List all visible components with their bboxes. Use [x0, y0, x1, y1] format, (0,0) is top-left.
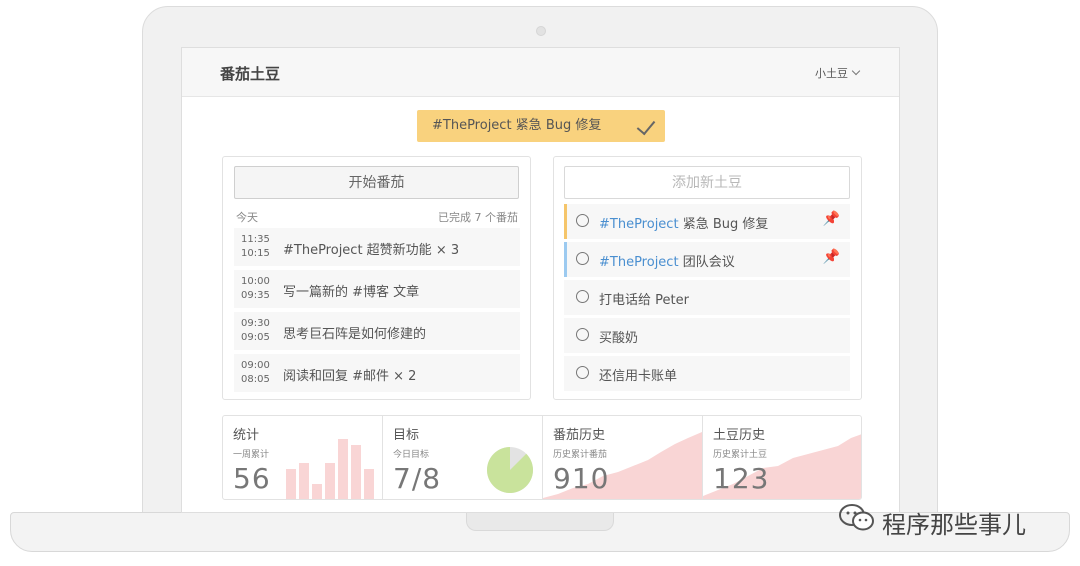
stat-value: 7/8	[393, 462, 442, 495]
weekly-bar	[351, 445, 361, 499]
weekly-bar	[325, 463, 335, 499]
todo-item[interactable]: #TheProject 团队会议 📌	[564, 242, 850, 277]
pomodoro-panel: 开始番茄 今天 已完成 7 个番茄 11:35 10:15 #TheProject …	[222, 156, 531, 400]
stat-weekly[interactable]: 统计 一周累计 56	[223, 416, 383, 499]
stat-subtitle: 一周累计	[233, 450, 270, 460]
history-start-time: 09:05	[241, 332, 270, 343]
todo-label: 还信用卡账单	[599, 369, 678, 384]
todo-checkbox[interactable]	[576, 366, 589, 379]
todo-item[interactable]: 还信用卡账单	[564, 356, 850, 391]
todo-label: 买酸奶	[599, 331, 639, 346]
todo-text: 还信用卡账单	[599, 365, 677, 384]
todo-label: 团队会议	[678, 255, 735, 270]
current-task-banner[interactable]: #TheProject 紧急 Bug 修复	[417, 110, 665, 142]
stat-value: 123	[713, 462, 770, 495]
weekly-bar	[338, 439, 348, 499]
app-screen: 番茄土豆 小土豆 #TheProject 紧急 Bug 修复 开始番茄 今天 已…	[181, 47, 900, 513]
user-menu[interactable]: 小土豆	[815, 65, 861, 81]
history-row: 09:30 09:05 思考巨石阵是如何修建的	[234, 312, 520, 350]
todo-tag[interactable]: #TheProject	[599, 217, 679, 232]
history-start-time: 08:05	[241, 374, 270, 385]
stat-subtitle: 历史累计土豆	[713, 450, 768, 460]
stat-value: 910	[553, 462, 610, 495]
current-task-label: #TheProject 紧急 Bug 修复	[432, 118, 602, 133]
stat-title: 目标	[393, 428, 420, 443]
todo-text: #TheProject 紧急 Bug 修复	[599, 213, 768, 232]
history-time: 11:35 10:15	[241, 233, 271, 261]
todo-tag[interactable]: #TheProject	[599, 255, 679, 270]
history-start-time: 09:35	[241, 290, 270, 301]
user-name: 小土豆	[815, 67, 848, 80]
history-text: 思考巨石阵是如何修建的	[283, 327, 427, 342]
history-start-time: 10:15	[241, 248, 270, 259]
stat-subtitle: 今日目标	[393, 450, 430, 460]
history-end-time: 10:00	[241, 276, 270, 287]
weekly-bar	[364, 469, 374, 499]
watermark-text: 程序那些事儿	[882, 511, 1026, 539]
history-text: #TheProject 超赞新功能 × 3	[283, 243, 460, 258]
stats-bar: 统计 一周累计 56 目标 今日目标 7/8 番茄历史 历史累计番茄 910 土…	[222, 415, 862, 500]
pomodoro-history-list: 11:35 10:15 #TheProject 超赞新功能 × 3 10:00 09:3…	[234, 228, 520, 396]
check-icon[interactable]	[636, 115, 656, 136]
pin-icon[interactable]: 📌	[823, 249, 840, 265]
todo-checkbox[interactable]	[576, 290, 589, 303]
history-text: 写一篇新的 #博客 文章	[283, 285, 420, 300]
todo-list: #TheProject 紧急 Bug 修复 📌 #TheProject 团队会议 📌 打…	[564, 204, 850, 394]
weekly-bar	[286, 469, 296, 499]
history-end-time: 11:35	[241, 234, 270, 245]
history-end-time: 09:00	[241, 360, 270, 371]
todo-item[interactable]: 买酸奶	[564, 318, 850, 353]
wechat-icon	[839, 504, 874, 531]
stat-title: 统计	[233, 428, 260, 443]
todo-panel: #TheProject 紧急 Bug 修复 📌 #TheProject 团队会议 📌 打…	[553, 156, 862, 400]
add-todo-input[interactable]	[564, 166, 850, 199]
todo-label: 紧急 Bug 修复	[678, 217, 769, 232]
stat-potato-history[interactable]: 土豆历史 历史累计土豆 123	[703, 416, 861, 499]
history-text: 阅读和回复 #邮件 × 2	[283, 369, 417, 384]
weekly-bar	[299, 463, 309, 499]
weekly-bar	[312, 484, 322, 499]
chevron-down-icon	[851, 66, 861, 76]
todo-text: #TheProject 团队会议	[599, 251, 735, 270]
today-label: 今天	[236, 211, 258, 224]
stat-goal[interactable]: 目标 今日目标 7/8	[383, 416, 543, 499]
history-row: 09:00 08:05 阅读和回复 #邮件 × 2	[234, 354, 520, 392]
stat-title: 土豆历史	[713, 428, 766, 443]
top-bar: 番茄土豆 小土豆	[182, 48, 899, 97]
stat-value: 56	[233, 462, 271, 495]
history-time: 09:00 08:05	[241, 359, 271, 387]
todo-text: 买酸奶	[599, 327, 638, 346]
stat-subtitle: 历史累计番茄	[553, 450, 608, 460]
todo-label: 打电话给 Peter	[599, 293, 689, 308]
todo-item[interactable]: #TheProject 紧急 Bug 修复 📌	[564, 204, 850, 239]
history-row: 10:00 09:35 写一篇新的 #博客 文章	[234, 270, 520, 308]
history-row: 11:35 10:15 #TheProject 超赞新功能 × 3	[234, 228, 520, 266]
stat-title: 番茄历史	[553, 428, 606, 443]
history-time: 10:00 09:35	[241, 275, 271, 303]
todo-checkbox[interactable]	[576, 328, 589, 341]
todo-text: 打电话给 Peter	[599, 289, 689, 308]
todo-checkbox[interactable]	[576, 252, 589, 265]
todo-item[interactable]: 打电话给 Peter	[564, 280, 850, 315]
todo-checkbox[interactable]	[576, 214, 589, 227]
pin-icon[interactable]: 📌	[823, 211, 840, 227]
start-pomodoro-button[interactable]: 开始番茄	[234, 166, 519, 199]
history-end-time: 09:30	[241, 318, 270, 329]
stat-pomodoro-history[interactable]: 番茄历史 历史累计番茄 910	[543, 416, 703, 499]
completed-count: 已完成 7 个番茄	[438, 211, 518, 224]
watermark: 程序那些事儿	[838, 503, 1026, 539]
history-time: 09:30 09:05	[241, 317, 271, 345]
app-title: 番茄土豆	[220, 65, 281, 83]
laptop-base-notch	[466, 513, 614, 531]
camera-dot	[536, 26, 546, 36]
